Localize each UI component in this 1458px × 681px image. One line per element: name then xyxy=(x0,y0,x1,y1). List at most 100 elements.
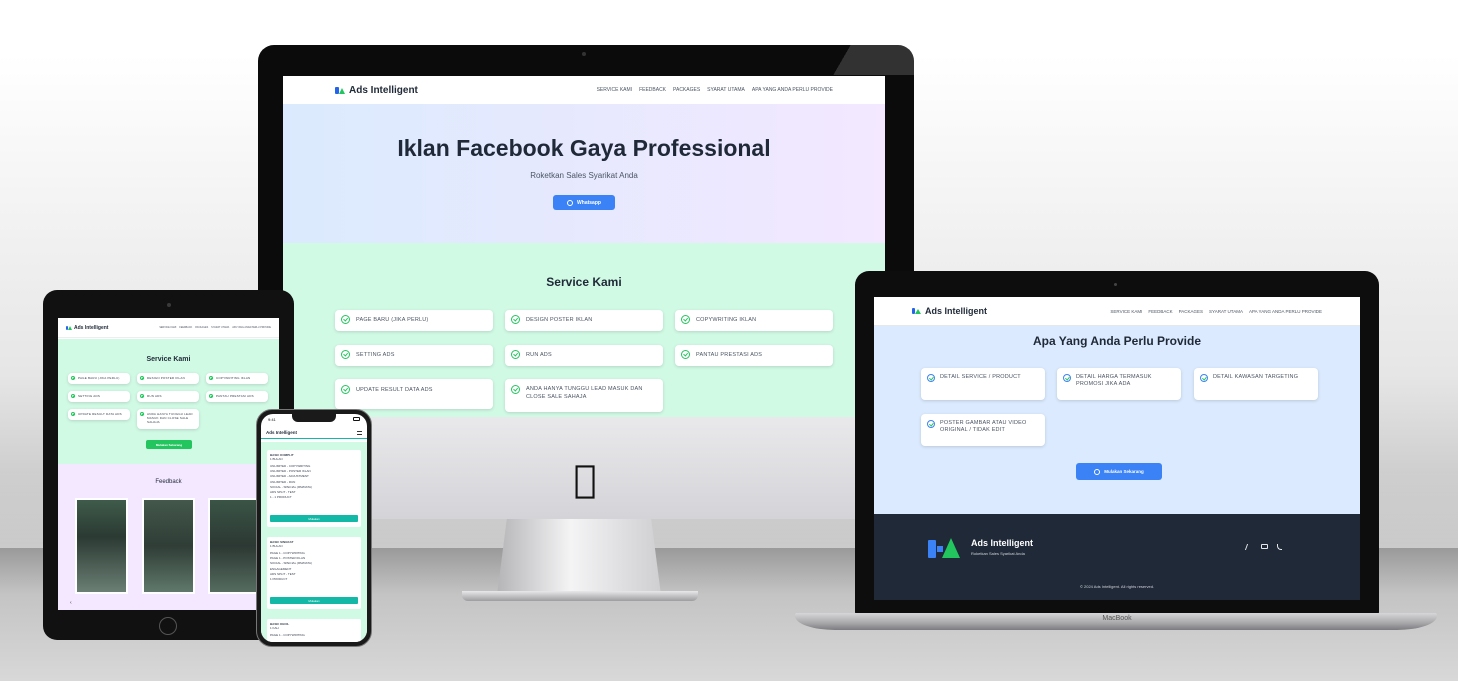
whatsapp-button[interactable]: Whatsapp xyxy=(553,195,615,210)
imac-stand xyxy=(497,519,661,595)
nav-service[interactable]: SERVICE KAMI xyxy=(159,326,176,329)
nav-service[interactable]: SERVICE KAMI xyxy=(1110,309,1142,314)
check-circle-icon xyxy=(681,350,690,359)
battery-icon xyxy=(353,417,360,421)
package-feature: SOCIAL - SPECIAL (RM/DATA) xyxy=(270,484,313,489)
mail-icon[interactable] xyxy=(1261,544,1268,549)
laptop-model-label: MacBook xyxy=(1102,615,1132,622)
check-circle-icon xyxy=(140,394,144,398)
imac-camera-icon xyxy=(582,52,586,56)
provide-title: Apa Yang Anda Perlu Provide xyxy=(1032,334,1202,348)
service-card: PANTAU PRESTASI ADS xyxy=(675,345,833,366)
service-label: SETTING ADS xyxy=(78,394,101,398)
check-circle-icon xyxy=(511,350,520,359)
imac-brand[interactable]: Ads Intelligent xyxy=(335,85,418,96)
laptop-brand[interactable]: Ads Intelligent xyxy=(912,306,987,316)
check-circle-icon xyxy=(71,376,75,380)
check-circle-icon xyxy=(1200,374,1208,382)
menu-icon[interactable] xyxy=(357,430,362,435)
footer-social xyxy=(1244,544,1282,550)
mulakan-button[interactable]: Mulakan Sekarang xyxy=(1076,463,1162,480)
package-button[interactable]: Mulakan xyxy=(270,515,358,522)
nav-feedback[interactable]: FEEDBACK xyxy=(179,326,192,329)
check-circle-icon xyxy=(71,394,75,398)
phone-screen: 9:41 Ads Intelligent BASIC KOMPLIT 1 BUL… xyxy=(261,414,367,642)
whatsapp-label: Whatsapp xyxy=(577,199,601,206)
service-label: COPYWRITING IKLAN xyxy=(696,316,757,323)
carousel-prev-icon[interactable]: ‹ xyxy=(70,600,72,606)
service-label: DESIGN POSTER IKLAN xyxy=(147,376,185,380)
phone-packages-area: BASIC KOMPLIT 1 BULAN UNLIMITED - COPYWR… xyxy=(261,442,367,642)
nav-feedback[interactable]: FEEDBACK xyxy=(1148,309,1172,314)
send-icon[interactable] xyxy=(1244,544,1254,550)
apple-logo-icon:  xyxy=(567,459,603,499)
brand-logo-icon xyxy=(912,308,921,314)
mulakan-label: Mulakan Sekarang xyxy=(1104,469,1144,474)
package-feature: UNLIMITED - RUN xyxy=(270,479,296,484)
package-feature: ADS SPLIT - TEST xyxy=(270,489,296,494)
package-button[interactable]: Mulakan xyxy=(270,597,358,604)
nav-feedback[interactable]: FEEDBACK xyxy=(639,87,666,93)
laptop-screen: Ads Intelligent SERVICE KAMI FEEDBACK PA… xyxy=(874,297,1360,600)
brand-name: Ads Intelligent xyxy=(925,306,988,316)
feedback-screenshot xyxy=(75,498,128,594)
service-label: PANTAU PRESTASI ADS xyxy=(696,351,763,358)
tablet-feedback-title: Feedback xyxy=(155,479,182,485)
service-label: DESIGN POSTER IKLAN xyxy=(526,316,593,323)
nav-syarat[interactable]: SYARAT UTAMA xyxy=(211,326,229,329)
check-circle-icon xyxy=(209,376,213,380)
nav-packages[interactable]: PACKAGES xyxy=(195,326,208,329)
tablet-nav-links: SERVICE KAMI FEEDBACK PACKAGES SYARAT UT… xyxy=(159,326,271,329)
package-card: BASIC KECIL 1 KALI PAGE 1 - COPYWRITING xyxy=(267,619,361,642)
laptop-nav-links: SERVICE KAMI FEEDBACK PACKAGES SYARAT UT… xyxy=(1110,309,1322,314)
service-title: Service Kami xyxy=(546,275,622,289)
check-circle-icon xyxy=(927,420,935,428)
tablet-service-card: RUN ADS xyxy=(137,391,199,402)
nav-service[interactable]: SERVICE KAMI xyxy=(597,87,632,93)
imac-screen: Ads Intelligent SERVICE KAMI FEEDBACK PA… xyxy=(283,76,885,417)
nav-syarat[interactable]: SYARAT UTAMA xyxy=(707,87,745,93)
service-label: RUN ADS xyxy=(526,351,552,358)
nav-provide[interactable]: APA YANG ANDA PERLU PROVIDE xyxy=(232,326,271,329)
package-price: 1 BULAN xyxy=(270,544,283,548)
nav-syarat[interactable]: SYARAT UTAMA xyxy=(1209,309,1243,314)
tablet-camera-icon xyxy=(167,303,171,307)
service-card: COPYWRITING IKLAN xyxy=(675,310,833,331)
tablet-screen: Ads Intelligent SERVICE KAMI FEEDBACK PA… xyxy=(58,318,279,610)
check-circle-icon xyxy=(71,412,75,416)
footer-tagline: Roketkan Sales Syarikat Anda xyxy=(971,551,1025,556)
package-card: BASIC KOMPLIT 1 BULAN UNLIMITED - COPYWR… xyxy=(267,450,361,527)
package-feature: 1 PRODUCT xyxy=(270,576,288,581)
package-feature: PAGE 1 - COPYWRITING xyxy=(270,551,305,555)
phone-icon[interactable] xyxy=(1277,544,1282,550)
tablet-home-button[interactable] xyxy=(159,617,177,635)
check-circle-icon xyxy=(140,376,144,380)
provide-label: DETAIL KAWASAN TARGETING xyxy=(1213,374,1299,380)
brand-logo-icon xyxy=(335,86,345,94)
laptop-footer: Ads Intelligent Roketkan Sales Syarikat … xyxy=(874,514,1360,600)
service-card: UPDATE RESULT DATA ADS xyxy=(335,379,493,409)
tablet-navbar: Ads Intelligent SERVICE KAMI FEEDBACK PA… xyxy=(58,318,279,338)
nav-packages[interactable]: PACKAGES xyxy=(673,87,700,93)
phone-brand[interactable]: Ads Intelligent xyxy=(266,430,297,435)
check-circle-icon xyxy=(341,315,350,324)
package-price: 1 BULAN xyxy=(270,457,283,461)
package-button-label: Mulakan xyxy=(308,598,320,603)
service-label: PAGE BARU (JIKA PERLU) xyxy=(356,316,429,323)
tablet-brand[interactable]: Ads Intelligent xyxy=(66,325,108,331)
tablet-service-title: Service Kami xyxy=(146,356,191,363)
service-card: PAGE BARU (JIKA PERLU) xyxy=(335,310,493,331)
nav-packages[interactable]: PACKAGES xyxy=(1179,309,1203,314)
brand-name: Ads Intelligent xyxy=(74,324,109,331)
hero-section: Iklan Facebook Gaya Professional Roketka… xyxy=(283,104,885,243)
imac-nav-links: SERVICE KAMI FEEDBACK PACKAGES SYARAT UT… xyxy=(597,87,833,93)
nav-provide[interactable]: APA YANG ANDA PERLU PROVIDE xyxy=(1249,309,1322,314)
check-circle-icon xyxy=(1063,374,1071,382)
check-circle-icon xyxy=(511,315,520,324)
chat-icon xyxy=(1094,468,1101,475)
service-label: RUN ADS xyxy=(147,394,162,398)
tablet-mulakan-button[interactable]: Mulakan Sekarang xyxy=(146,440,192,449)
package-card: BASIC SINGKAT 1 BULAN PAGE 1 - COPYWRITI… xyxy=(267,537,361,609)
nav-provide[interactable]: APA YANG ANDA PERLU PROVIDE xyxy=(752,87,833,93)
provide-card: DETAIL KAWASAN TARGETING xyxy=(1194,368,1318,400)
